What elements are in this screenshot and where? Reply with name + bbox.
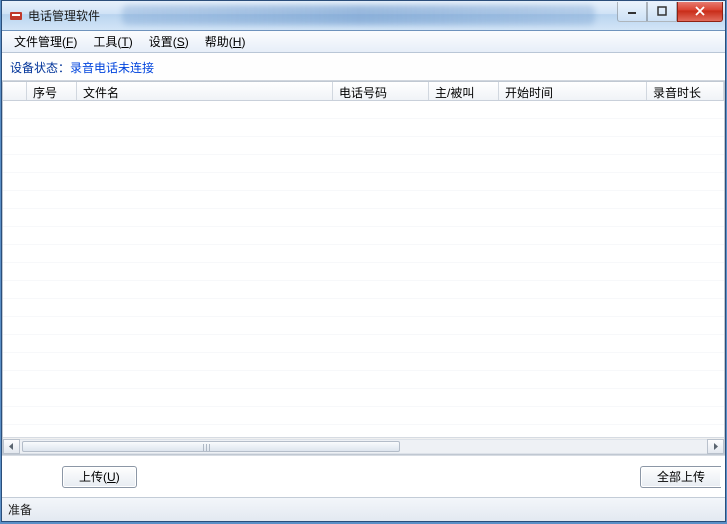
- window-controls: [617, 2, 723, 22]
- record-table: 序号 文件名 电话号码 主/被叫 开始时间 录音时长: [2, 81, 725, 455]
- device-status: 设备状态：录音电话未连接: [2, 53, 725, 81]
- menu-tools-label: 工具: [93, 35, 117, 49]
- statusbar-text: 准备: [8, 501, 32, 518]
- menu-file[interactable]: 文件管理(F): [6, 31, 85, 52]
- menu-file-hotkey: F: [66, 35, 73, 49]
- menu-tools[interactable]: 工具(T): [85, 31, 140, 52]
- action-bar: 上传 (U) 全部上传: [2, 455, 725, 497]
- menu-settings-hotkey: S: [177, 35, 185, 49]
- triangle-left-icon: [8, 443, 15, 450]
- menu-help-hotkey: H: [233, 35, 242, 49]
- upload-button[interactable]: 上传 (U): [62, 466, 137, 488]
- table-body[interactable]: [3, 101, 724, 437]
- upload-button-label: 上传: [79, 468, 103, 485]
- menu-settings[interactable]: 设置(S): [141, 31, 197, 52]
- table-header: 序号 文件名 电话号码 主/被叫 开始时间 录音时长: [3, 82, 724, 101]
- upload-all-button[interactable]: 全部上传: [640, 466, 721, 488]
- maximize-button[interactable]: [647, 2, 677, 22]
- menu-help[interactable]: 帮助(H): [197, 31, 254, 52]
- col-phone[interactable]: 电话号码: [333, 82, 429, 100]
- menu-help-label: 帮助: [205, 35, 229, 49]
- minimize-icon: [627, 6, 637, 16]
- col-index[interactable]: 序号: [27, 82, 77, 100]
- col-spacer[interactable]: [3, 82, 27, 100]
- titlebar[interactable]: 电话管理软件: [2, 1, 725, 31]
- statusbar: 准备: [2, 497, 725, 521]
- col-start-time[interactable]: 开始时间: [499, 82, 647, 100]
- menubar: 文件管理(F) 工具(T) 设置(S) 帮助(H): [2, 31, 725, 53]
- triangle-right-icon: [712, 443, 719, 450]
- scroll-thumb[interactable]: [22, 441, 400, 452]
- scroll-track[interactable]: [20, 439, 707, 454]
- horizontal-scrollbar[interactable]: [3, 437, 724, 454]
- scroll-right-button[interactable]: [707, 439, 724, 454]
- close-icon: [694, 6, 706, 16]
- app-icon: [8, 8, 24, 24]
- device-status-label: 设备状态：: [10, 61, 70, 75]
- titlebar-blur: [122, 5, 595, 25]
- menu-tools-hotkey: T: [121, 35, 128, 49]
- col-duration[interactable]: 录音时长: [647, 82, 724, 100]
- device-status-value: 录音电话未连接: [70, 61, 154, 75]
- minimize-button[interactable]: [617, 2, 647, 22]
- menu-file-label: 文件管理: [14, 35, 62, 49]
- col-direction[interactable]: 主/被叫: [429, 82, 499, 100]
- upload-button-hotkey: U: [107, 470, 116, 484]
- scroll-left-button[interactable]: [3, 439, 20, 454]
- maximize-icon: [657, 6, 667, 16]
- window-title: 电话管理软件: [28, 7, 100, 24]
- app-window: 电话管理软件 文件管理(F) 工具(T) 设置(S): [1, 0, 726, 522]
- close-button[interactable]: [677, 2, 723, 22]
- menu-settings-label: 设置: [149, 35, 173, 49]
- col-filename[interactable]: 文件名: [77, 82, 333, 100]
